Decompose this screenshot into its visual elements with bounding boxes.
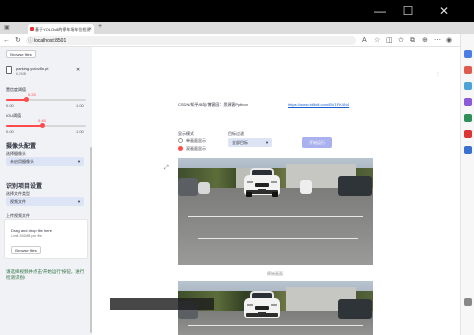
run-hint-text: 请选择视频并点击'开始运行'按钮，进行检测识别! bbox=[6, 269, 85, 280]
iou-min: 0.00 bbox=[6, 129, 14, 134]
address-bar[interactable]: ⓘ localhost:8501 bbox=[26, 36, 356, 45]
target-filter-select[interactable]: 全部目标 ▼ bbox=[228, 138, 272, 147]
white-suv-image bbox=[244, 168, 280, 198]
author-line: CSDN/知乎/B站/博客园：思源客Python bbox=[178, 102, 248, 107]
video-dropzone[interactable]: Drag and drop file here Limit 200MB per … bbox=[4, 219, 88, 259]
file-type-select-value: 视频文件 bbox=[10, 199, 26, 204]
confidence-min: 0.00 bbox=[6, 103, 14, 108]
streamlit-sidebar: Browse files parking.yolov8n.pt 6.2MB ✕ … bbox=[0, 47, 92, 335]
radio-single-view-label: 单画面显示 bbox=[186, 138, 206, 143]
uploaded-file-size: 6.2MB bbox=[16, 72, 27, 76]
sidebar-toggle-icon[interactable]: ⤢ bbox=[164, 165, 169, 172]
camera-select[interactable]: 未启用摄像头 ▼ bbox=[6, 157, 84, 166]
maximize-icon[interactable]: ☐ bbox=[400, 4, 416, 18]
iou-max: 1.00 bbox=[76, 129, 84, 134]
tools-icon[interactable] bbox=[464, 82, 472, 90]
more-icon[interactable]: ⋯ bbox=[434, 36, 441, 45]
target-filter-label: 目标过滤 bbox=[228, 131, 244, 136]
radio-dual-view-label: 双画面显示 bbox=[186, 146, 206, 151]
task-section-header: 识别项目设置 bbox=[6, 184, 43, 190]
file-icon bbox=[6, 66, 12, 74]
radio-dual-view[interactable] bbox=[178, 146, 183, 151]
confidence-slider[interactable] bbox=[6, 97, 86, 102]
tab-close-icon[interactable]: ✕ bbox=[89, 26, 92, 31]
edge-sidebar bbox=[460, 34, 474, 335]
minimize-icon[interactable]: — bbox=[372, 4, 388, 18]
collections-icon[interactable]: ⧉ bbox=[410, 36, 415, 45]
chevron-down-icon: ▼ bbox=[265, 140, 269, 145]
browser-window: ▣ 基于YOLOv8的停车场车位检测 ✕ + ← ↻ ⓘ localhost:8… bbox=[0, 22, 474, 335]
add-icon[interactable] bbox=[464, 146, 472, 154]
split-screen-icon[interactable]: ◫ bbox=[386, 36, 393, 45]
browser-tab[interactable]: 基于YOLOv8的停车场车位检测 ✕ bbox=[28, 24, 94, 34]
iou-slider[interactable] bbox=[6, 123, 86, 128]
navigation-bar: ← ↻ ⓘ localhost:8501 A ☆ ◫ ✩ ⧉ ⊕ ⋯ ◉ bbox=[0, 34, 474, 47]
iou-slider-fill bbox=[6, 125, 42, 127]
info-icon[interactable]: ⓘ bbox=[28, 37, 33, 44]
tab-title: 基于YOLOv8的停车场车位检测 bbox=[35, 27, 91, 32]
confidence-value: 0.25 bbox=[28, 92, 36, 97]
dropzone-limit: Limit 200MB per file bbox=[11, 234, 42, 238]
office-icon[interactable] bbox=[464, 114, 472, 122]
original-frame-caption: 原始画面 bbox=[267, 271, 283, 276]
bilibili-link[interactable]: https://www.bilibili.com/BV1FK4N4 bbox=[288, 102, 349, 107]
iou-slider-handle[interactable] bbox=[40, 123, 45, 128]
confidence-slider-fill bbox=[6, 99, 26, 101]
read-aloud-icon[interactable]: A bbox=[362, 36, 367, 45]
outlook-icon[interactable] bbox=[464, 130, 472, 138]
tab-strip: ▣ 基于YOLOv8的停车场车位检测 ✕ + bbox=[0, 22, 474, 34]
confidence-max: 1.00 bbox=[76, 103, 84, 108]
file-type-select[interactable]: 视频文件 ▼ bbox=[6, 197, 84, 206]
camera-section-header: 摄像头配置 bbox=[6, 144, 37, 150]
close-icon[interactable]: ✕ bbox=[436, 4, 452, 18]
settings-icon[interactable] bbox=[464, 298, 472, 306]
star-icon[interactable]: ☆ bbox=[374, 36, 380, 45]
copilot-icon[interactable]: ◉ bbox=[446, 36, 452, 45]
window-titlebar: — ☐ ✕ bbox=[0, 0, 474, 22]
workspaces-icon[interactable]: ▣ bbox=[4, 24, 10, 31]
extensions-icon[interactable]: ⊕ bbox=[422, 36, 428, 45]
remove-file-icon[interactable]: ✕ bbox=[76, 67, 80, 73]
browse-files-button[interactable]: Browse files bbox=[6, 50, 36, 58]
display-mode-label: 显示模式 bbox=[178, 131, 194, 136]
original-frame-image bbox=[178, 158, 373, 265]
streamlit-favicon-icon bbox=[30, 27, 34, 31]
deploy-menu-icon[interactable]: ⋮ bbox=[436, 71, 440, 76]
uploaded-file-name: parking.yolov8n.pt bbox=[16, 66, 49, 71]
favorites-icon[interactable]: ✩ bbox=[398, 36, 404, 45]
back-icon[interactable]: ← bbox=[3, 36, 10, 45]
refresh-icon[interactable]: ↻ bbox=[15, 36, 21, 45]
confidence-label: 置信度阈值 bbox=[6, 87, 26, 92]
address-text: localhost:8501 bbox=[34, 38, 67, 44]
streamlit-main: ⤢ ⋮ CSDN/知乎/B站/博客园：思源客Python https://www… bbox=[92, 47, 460, 335]
radio-single-view[interactable] bbox=[178, 138, 183, 143]
target-filter-value: 全部目标 bbox=[232, 140, 248, 145]
chevron-down-icon: ▼ bbox=[77, 159, 81, 164]
run-button[interactable]: 开始运行 bbox=[302, 137, 332, 148]
browse-video-button[interactable]: Browse files bbox=[11, 246, 41, 254]
shopping-icon[interactable] bbox=[464, 66, 472, 74]
white-suv-image bbox=[244, 291, 280, 321]
camera-select-value: 未启用摄像头 bbox=[10, 159, 34, 164]
games-icon[interactable] bbox=[464, 98, 472, 106]
confidence-slider-handle[interactable] bbox=[24, 97, 29, 102]
new-tab-icon[interactable]: + bbox=[98, 23, 102, 30]
dropzone-text: Drag and drop file here bbox=[11, 228, 52, 233]
iou-label: IOU阈值 bbox=[6, 113, 22, 118]
search-icon[interactable] bbox=[464, 50, 472, 58]
chevron-down-icon: ▼ bbox=[77, 199, 81, 204]
overlay-preview bbox=[110, 298, 214, 310]
